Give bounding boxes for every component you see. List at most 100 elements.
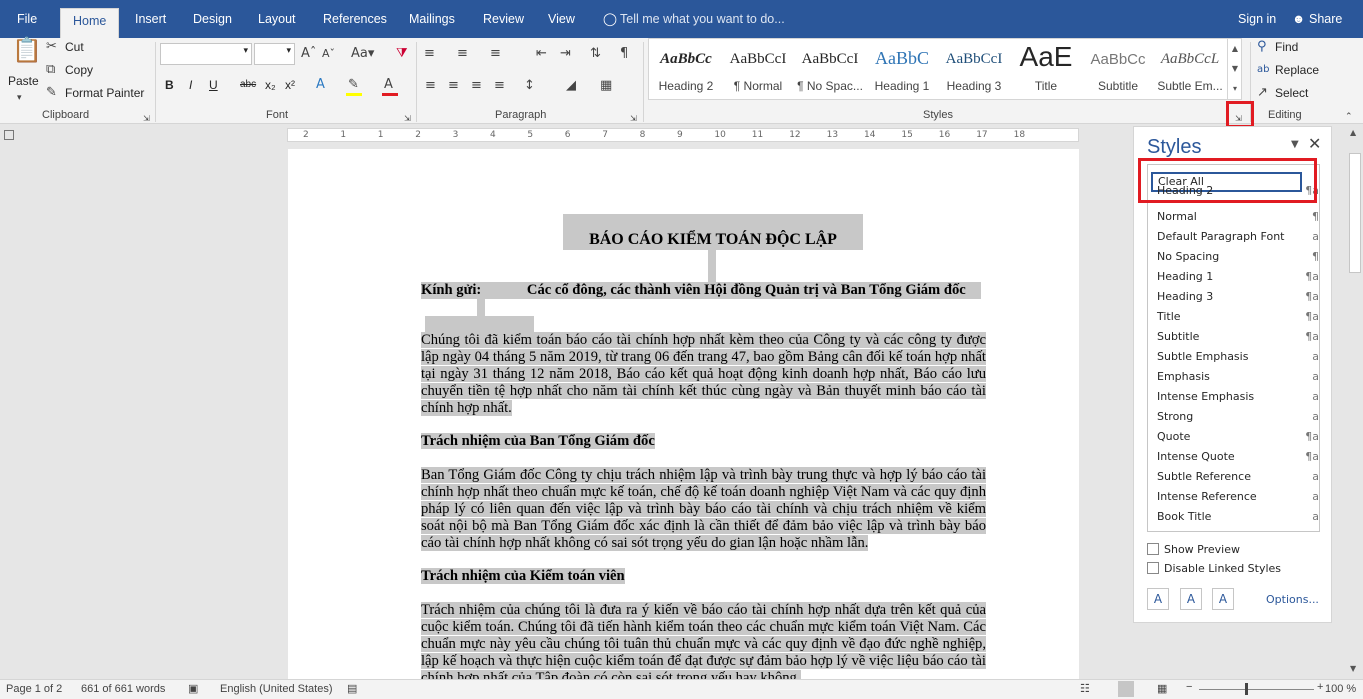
style-list-item[interactable]: Intense Reference a <box>1157 487 1319 507</box>
style-list-item[interactable]: Book Title a <box>1157 507 1319 527</box>
style-list-item[interactable]: Intense Emphasis a <box>1157 387 1319 407</box>
style-list-item[interactable]: Subtitle ¶a <box>1157 327 1319 347</box>
style-subtitle[interactable]: AaBbCc Subtitle <box>1082 43 1154 97</box>
style-list-item[interactable]: Normal ¶ <box>1157 207 1319 227</box>
tab-view[interactable]: View <box>548 0 575 38</box>
word-count[interactable]: 661 of 661 words <box>81 683 165 695</box>
style-normal[interactable]: AaBbCcI ¶ Normal <box>722 43 794 97</box>
macro-icon[interactable]: ▤ <box>347 682 357 695</box>
disable-linked-checkbox[interactable] <box>1147 562 1159 574</box>
new-style-icon[interactable]: A <box>1147 588 1169 610</box>
dialog-launcher-icon[interactable]: ⇲ <box>404 111 411 127</box>
tab-references[interactable]: References <box>323 0 387 38</box>
zoom-in-icon[interactable]: + <box>1317 681 1323 693</box>
scroll-thumb[interactable] <box>1349 153 1361 273</box>
style-title[interactable]: AaE Title <box>1010 41 1082 97</box>
tab-review[interactable]: Review <box>483 0 524 38</box>
replace-button[interactable]: Replace <box>1275 63 1319 77</box>
style-list-item[interactable]: Heading 3 ¶a <box>1157 287 1319 307</box>
read-mode-icon[interactable]: ☷ <box>1080 682 1090 695</box>
sign-in-link[interactable]: Sign in <box>1238 0 1276 38</box>
options-link[interactable]: Options... <box>1266 593 1319 606</box>
tell-me-search[interactable]: Tell me what you want to do... <box>620 0 785 38</box>
line-spacing-icon[interactable]: ↕ <box>524 78 535 94</box>
font-name-combo[interactable]: ▾ <box>160 43 252 65</box>
style-list-item[interactable]: Title ¶a <box>1157 307 1319 327</box>
scroll-down-icon[interactable]: ▼ <box>1350 664 1356 673</box>
web-layout-icon[interactable]: ▦ <box>1157 682 1167 695</box>
italic-button[interactable]: I <box>189 78 192 92</box>
style-heading-1[interactable]: AaBbC Heading 1 <box>866 43 938 97</box>
format-painter-button[interactable]: Format Painter <box>65 86 144 100</box>
zoom-level[interactable]: 100 % <box>1325 683 1356 695</box>
vertical-scrollbar[interactable]: ▲ ▼ <box>1347 126 1363 679</box>
dialog-launcher-icon[interactable]: ⇲ <box>143 111 150 127</box>
dialog-launcher-icon[interactable]: ⇲ <box>630 111 637 127</box>
print-layout-icon[interactable] <box>1118 681 1134 697</box>
select-button[interactable]: Select <box>1275 86 1308 100</box>
paste-button[interactable]: Paste <box>8 74 39 88</box>
chevron-down-icon[interactable]: ▾ <box>17 90 22 106</box>
highlight-color-icon[interactable]: ✎ <box>348 77 359 93</box>
borders-icon[interactable]: ▦ <box>600 78 612 94</box>
decrease-indent-icon[interactable]: ⇤ <box>536 46 547 62</box>
numbering-icon[interactable]: ≡ <box>457 46 468 62</box>
multilevel-list-icon[interactable]: ≡ <box>490 46 501 62</box>
style-heading-2[interactable]: AaBbCc Heading 2 <box>650 43 722 97</box>
subscript-button[interactable]: x₂ <box>265 78 276 92</box>
pane-menu-chevron-icon[interactable]: ▼ <box>1291 139 1299 150</box>
pilcrow-icon[interactable]: ¶ <box>620 46 628 62</box>
cut-button[interactable]: Cut <box>65 40 84 54</box>
font-color-icon[interactable]: A <box>384 77 393 93</box>
horizontal-ruler[interactable]: 2 1 1 2 3 4 5 6 7 8 9 10 11 12 13 14 15 16 17 18 <box>287 128 1079 142</box>
change-case-icon[interactable]: Aa▾ <box>351 46 374 62</box>
tab-selector[interactable] <box>4 130 14 140</box>
tab-file[interactable]: File <box>17 0 37 38</box>
superscript-button[interactable]: x² <box>285 78 295 92</box>
style-list-item[interactable]: Emphasis a <box>1157 367 1319 387</box>
text-effects-icon[interactable]: A <box>316 77 325 93</box>
style-heading-3[interactable]: AaBbCcI Heading 3 <box>938 43 1010 97</box>
clear-formatting-icon[interactable]: ⧩ <box>396 46 408 62</box>
zoom-out-icon[interactable]: − <box>1186 681 1192 693</box>
style-list-item[interactable]: Subtle Emphasis a <box>1157 347 1319 367</box>
tab-home[interactable]: Home <box>60 8 120 38</box>
style-list-item[interactable]: No Spacing ¶ <box>1157 247 1319 267</box>
increase-indent-icon[interactable]: ⇥ <box>560 46 571 62</box>
find-button[interactable]: Find <box>1275 40 1298 54</box>
share-button[interactable]: Share <box>1309 0 1342 38</box>
style-no-spacing[interactable]: AaBbCcI ¶ No Spac... <box>794 43 866 97</box>
grow-font-icon[interactable]: Aˆ <box>301 46 316 62</box>
collapse-ribbon-icon[interactable]: ⌃ <box>1345 109 1353 125</box>
show-preview-checkbox[interactable] <box>1147 543 1159 555</box>
bullets-icon[interactable]: ≡ <box>424 46 435 62</box>
style-list-item[interactable]: Heading 1 ¶a <box>1157 267 1319 287</box>
underline-button[interactable]: U <box>209 78 218 92</box>
page-count[interactable]: Page 1 of 2 <box>6 683 62 695</box>
sort-icon[interactable]: ⇅ <box>590 46 601 62</box>
paste-icon[interactable]: 📋 <box>12 38 42 70</box>
tab-design[interactable]: Design <box>193 0 232 38</box>
style-list-item[interactable]: Intense Quote ¶a <box>1157 447 1319 467</box>
scroll-up-icon[interactable]: ▲ <box>1350 128 1356 137</box>
align-center-icon[interactable]: ≡ <box>448 78 459 94</box>
tab-mailings[interactable]: Mailings <box>409 0 455 38</box>
justify-icon[interactable]: ≡ <box>494 78 505 94</box>
document-page[interactable]: BÁO CÁO KIỂM TOÁN ĐỘC LẬP Kính gửi: Các … <box>288 149 1079 679</box>
language-indicator[interactable]: English (United States) <box>220 683 333 695</box>
style-list-item[interactable]: Subtle Reference a <box>1157 467 1319 487</box>
style-list-item[interactable]: Strong a <box>1157 407 1319 427</box>
tab-layout[interactable]: Layout <box>258 0 296 38</box>
style-inspector-icon[interactable]: A <box>1180 588 1202 610</box>
proofing-icon[interactable]: ▣ <box>188 682 198 695</box>
copy-button[interactable]: Copy <box>65 63 93 77</box>
style-list-item[interactable]: Default Paragraph Font a <box>1157 227 1319 247</box>
strikethrough-button[interactable]: abc <box>240 79 256 90</box>
style-list-item[interactable]: Quote ¶a <box>1157 427 1319 447</box>
shading-icon[interactable]: ◢ <box>566 78 576 94</box>
gallery-scroll[interactable]: ▲ ▼ ▾ <box>1227 39 1242 99</box>
align-right-icon[interactable]: ≡ <box>471 78 482 94</box>
font-size-combo[interactable]: ▾ <box>254 43 295 65</box>
bold-button[interactable]: B <box>165 78 174 92</box>
tab-insert[interactable]: Insert <box>135 0 166 38</box>
